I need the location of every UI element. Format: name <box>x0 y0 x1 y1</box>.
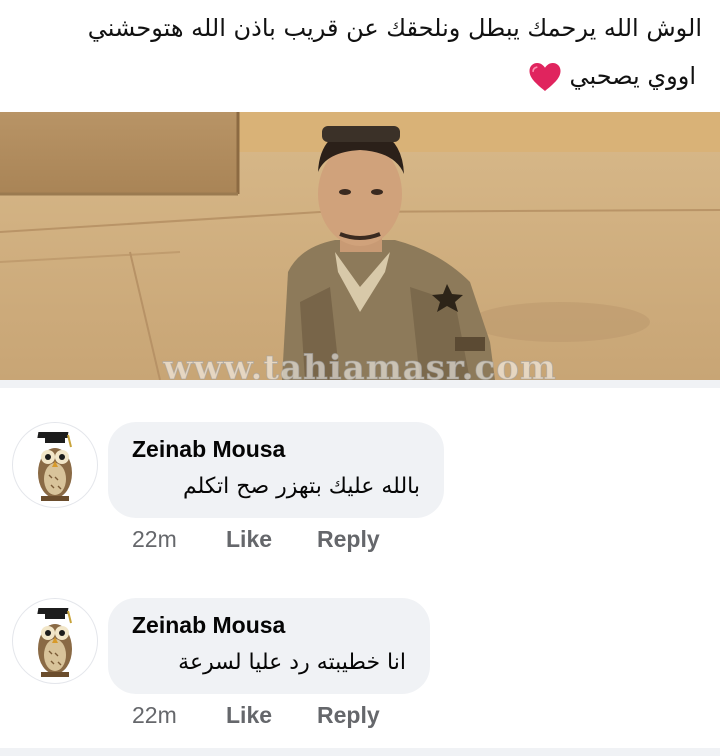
owl-graduate-avatar-icon <box>37 432 72 501</box>
post-photo[interactable]: www.tahiamasr.com <box>0 112 720 380</box>
comment: Zeinab Mousa انا خطيبته رد عليا لسرعة 22… <box>0 572 720 742</box>
comment-bubble[interactable]: Zeinab Mousa انا خطيبته رد عليا لسرعة <box>108 598 430 694</box>
watermark-text: www.tahiamasr.com <box>163 348 557 381</box>
bottom-divider <box>0 748 720 756</box>
reply-button[interactable]: Reply <box>317 702 380 729</box>
post-text-line-2-text: اووي يصحبي <box>569 62 697 90</box>
post-text-line-2: اووي يصحبي <box>526 62 696 92</box>
avatar[interactable] <box>12 598 98 684</box>
comment-bubble[interactable]: Zeinab Mousa بالله عليك بتهزر صح اتكلم <box>108 422 444 518</box>
like-button[interactable]: Like <box>226 702 272 729</box>
comment: Zeinab Mousa بالله عليك بتهزر صح اتكلم 2… <box>0 396 720 566</box>
red-heart-icon <box>529 63 561 91</box>
soldier-photo-image <box>0 112 720 380</box>
post-text-line-1: الوش الله يرحمك يبطل ونلحقك عن قريب باذن… <box>87 14 702 42</box>
comment-timestamp[interactable]: 22m <box>132 526 177 553</box>
comment-author[interactable]: Zeinab Mousa <box>132 612 285 639</box>
section-divider <box>0 380 720 388</box>
comment-text: انا خطيبته رد عليا لسرعة <box>178 650 406 675</box>
comment-timestamp[interactable]: 22m <box>132 702 177 729</box>
post-text: الوش الله يرحمك يبطل ونلحقك عن قريب باذن… <box>0 0 720 112</box>
comment-text: بالله عليك بتهزر صح اتكلم <box>182 474 420 499</box>
reply-button[interactable]: Reply <box>317 526 380 553</box>
owl-graduate-avatar-icon <box>37 608 72 677</box>
like-button[interactable]: Like <box>226 526 272 553</box>
avatar[interactable] <box>12 422 98 508</box>
comment-author[interactable]: Zeinab Mousa <box>132 436 285 463</box>
